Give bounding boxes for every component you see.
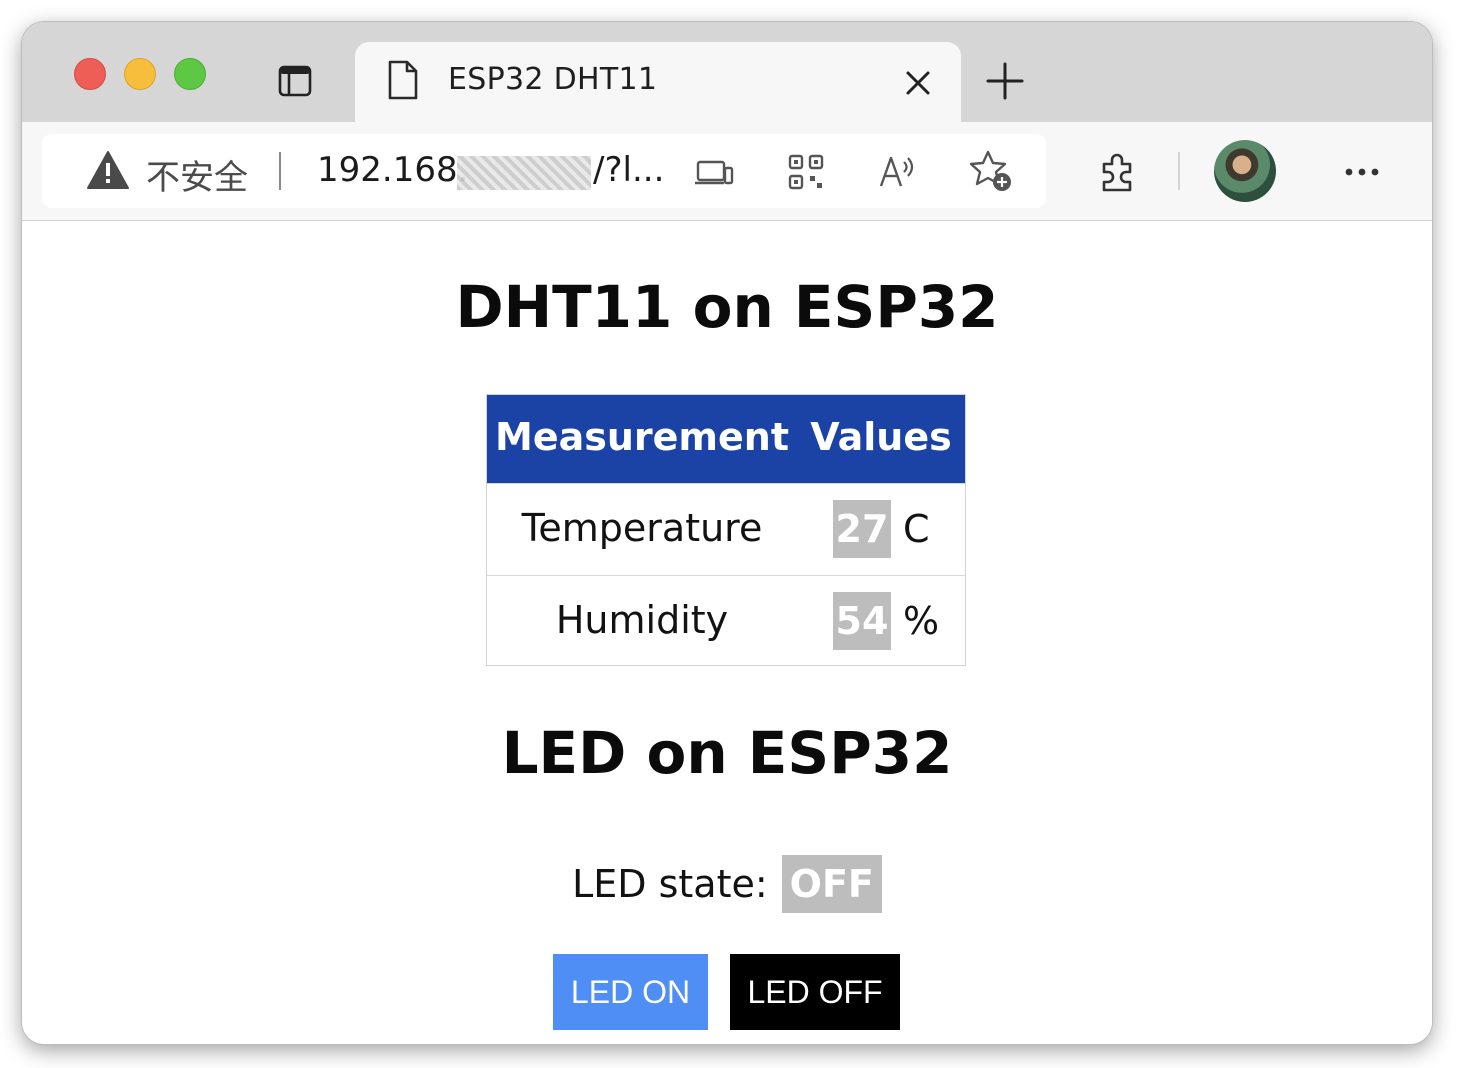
extensions-icon[interactable] [1096,150,1140,194]
close-window-button[interactable] [74,58,106,90]
profile-avatar[interactable] [1214,140,1276,202]
led-state-badge: OFF [781,855,882,913]
browser-window: ESP32 DHT11 不安全 192.168. /?l... DHT11 on… [22,22,1432,1044]
readings-table: Measurement Values Temperature 27 C Humid… [486,394,966,666]
redacted-url-segment [457,156,591,190]
toolbar-separator [1178,152,1180,190]
address-bar[interactable]: 不安全 192.168. /?l... [42,134,1046,208]
humidity-value: 54 [833,592,891,650]
security-label[interactable]: 不安全 [146,150,248,199]
warning-icon[interactable] [86,150,130,190]
led-state-label: LED state: [572,862,768,906]
qr-code-icon[interactable] [786,152,826,192]
url-query-text[interactable]: /?l... [593,150,664,190]
address-separator [279,152,281,190]
more-icon[interactable] [1340,150,1384,194]
table-header: Measurement Values [487,395,965,483]
page-icon [388,60,418,100]
tab-actions-icon[interactable] [278,64,312,98]
zoom-window-button[interactable] [174,58,206,90]
close-icon[interactable] [903,68,933,98]
add-favorite-icon[interactable] [968,148,1014,194]
minimize-window-button[interactable] [124,58,156,90]
active-tab[interactable]: ESP32 DHT11 [355,42,961,124]
url-text[interactable]: 192.168. [317,150,468,190]
led-on-button[interactable]: LED ON [553,954,708,1030]
row-label-temperature: Temperature [521,506,763,550]
table-row: Temperature 27 C [487,483,965,575]
led-state-line: LED state: OFF [22,855,1432,913]
led-heading: LED on ESP32 [501,719,953,787]
new-tab-icon[interactable] [986,62,1024,100]
humidity-unit: % [903,599,940,643]
device-icon[interactable] [694,152,734,192]
header-measurement: Measurement [495,415,789,459]
tab-title: ESP32 DHT11 [448,62,658,97]
read-aloud-icon[interactable] [878,152,918,192]
led-off-button[interactable]: LED OFF [730,954,900,1030]
table-row: Humidity 54% [487,575,965,667]
temperature-value-cell: 27 C [833,500,930,558]
page-content: DHT11 on ESP32 Measurement Values Temper… [22,221,1432,1044]
humidity-value-cell: 54% [833,592,939,650]
sensor-heading: DHT11 on ESP32 [455,273,999,341]
row-label-humidity: Humidity [555,598,729,642]
header-values: Values [810,415,952,459]
temperature-value: 27 [833,500,891,558]
tab-strip: ESP32 DHT11 [22,22,1432,124]
temperature-unit: C [903,507,930,551]
browser-toolbar: 不安全 192.168. /?l... [22,122,1432,221]
